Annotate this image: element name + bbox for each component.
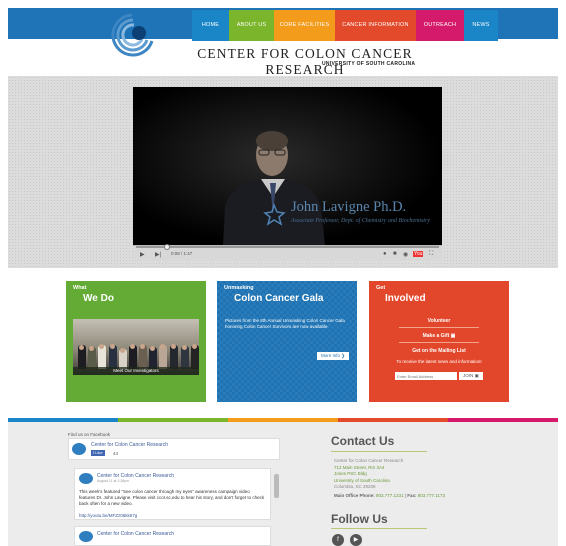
facebook-post: Center for Colon Cancer Research August … [74,468,271,520]
make-a-gift-link[interactable]: Make a Gift ▣ [369,333,509,339]
logo-icon[interactable] [102,11,160,57]
divider [399,342,479,343]
settings-icon[interactable]: ■ [393,251,397,257]
fullscreen-icon[interactable]: ⛶ [429,251,433,258]
youtube-icon[interactable]: You [413,251,424,257]
card-kicker: What [73,285,87,291]
video-controls: ▶ ▶| 0:08 / 1:47 ● ■ ◉ You ⛶ [133,244,442,261]
like-count: 44 [113,451,119,456]
post-text: This week's featured "See colon cancer t… [79,489,265,506]
card-gala[interactable]: Unmasking Colon Cancer Gala Pictures fro… [217,281,357,402]
contact-phone-fax: Main Office Phone: 803.777.1231 | Fax: 8… [334,492,445,498]
footer: Find us on Facebook Center for Colon Can… [8,418,558,546]
card-title: Colon Cancer Gala [234,293,324,304]
divider [331,451,427,452]
progress-handle[interactable] [164,244,170,250]
divider [399,327,479,328]
email-input[interactable] [395,372,457,380]
post-avatar [79,531,93,542]
like-button[interactable]: f Like [91,450,105,456]
card-kicker: Unmasking [224,285,254,291]
card-what-we-do[interactable]: What We Do Meet Our Investigators [66,281,206,402]
nav-outreach[interactable]: OUTREACH [416,10,464,41]
chevron-right-icon: ❯ [341,353,346,358]
post-date: August 11 at 1:38pm [97,479,130,483]
facebook-page-box: Center for Colon Cancer Research f Like … [68,438,280,460]
card-title: We Do [83,293,114,304]
card-kicker: Get [376,285,386,291]
card-body: Pictures from the 8th Annual Unmasking C… [225,318,345,329]
nav-about-us[interactable]: ABOUT US [229,10,274,41]
nav-home[interactable]: HOME [192,10,229,41]
mailing-list-subtitle: To receive the latest news and informati… [396,359,482,364]
contact-address: Center for Colon Cancer Research 712 Mai… [334,458,445,498]
divider [331,528,427,529]
post-author[interactable]: Center for Colon Cancer Research [97,531,174,537]
nav-core-facilities[interactable]: CORE FACILITIES [274,10,335,41]
card-title: Involved [385,293,426,304]
next-icon[interactable]: ▶| [155,251,161,258]
post-link[interactable]: http://youtu.be/MFZz06kk67g [79,513,137,518]
video-overlay-name: John Lavigne Ph.D. [291,199,407,215]
nav-news[interactable]: NEWS [464,10,498,41]
video-overlay-caption: Associate Professor, Dept. of Chemistry … [291,218,431,224]
facebook-page-name[interactable]: Center for Colon Cancer Research [91,442,168,448]
youtube-icon[interactable]: ▶ [350,534,362,546]
more-info-button[interactable]: More Info ❯ [317,352,349,360]
video-player[interactable]: John Lavigne Ph.D. Associate Professor, … [133,87,442,261]
follow-title: Follow Us [331,512,388,526]
mailing-list-title: Get on the Mailing List [412,348,466,354]
feed-scrollbar[interactable] [274,474,279,498]
facebook-find-label: Find us on Facebook [68,432,111,437]
nav-cancer-information[interactable]: CANCER INFORMATION [335,10,416,41]
color-stripe [8,418,558,422]
facebook-icon[interactable]: f [332,534,344,546]
watch-later-icon[interactable]: ◉ [403,251,408,258]
page: HOME ABOUT US CORE FACILITIES CANCER INF… [0,0,566,546]
photo-caption: Meet Our Investigators [73,367,199,375]
site-subtitle: UNIVERSITY OF SOUTH CAROLINA [322,61,416,67]
captions-icon[interactable]: ● [383,251,387,257]
facebook-post: Center for Colon Cancer Research [74,526,271,546]
card-get-involved: Get Involved Volunteer Make a Gift ▣ Get… [369,281,509,402]
join-button[interactable]: JOIN ▣ [459,372,483,380]
main-nav: HOME ABOUT US CORE FACILITIES CANCER INF… [192,10,498,41]
play-icon[interactable]: ▶ [140,251,145,258]
page-logo-icon [72,443,86,455]
progress-track[interactable] [136,244,439,250]
contact-title: Contact Us [331,434,395,448]
video-time: 0:08 / 1:47 [171,251,193,256]
gift-icon: ▣ [450,333,456,339]
mail-icon: ▣ [474,373,479,378]
post-avatar [79,473,93,484]
team-photo[interactable]: Meet Our Investigators [73,319,199,375]
volunteer-link[interactable]: Volunteer [369,318,509,324]
